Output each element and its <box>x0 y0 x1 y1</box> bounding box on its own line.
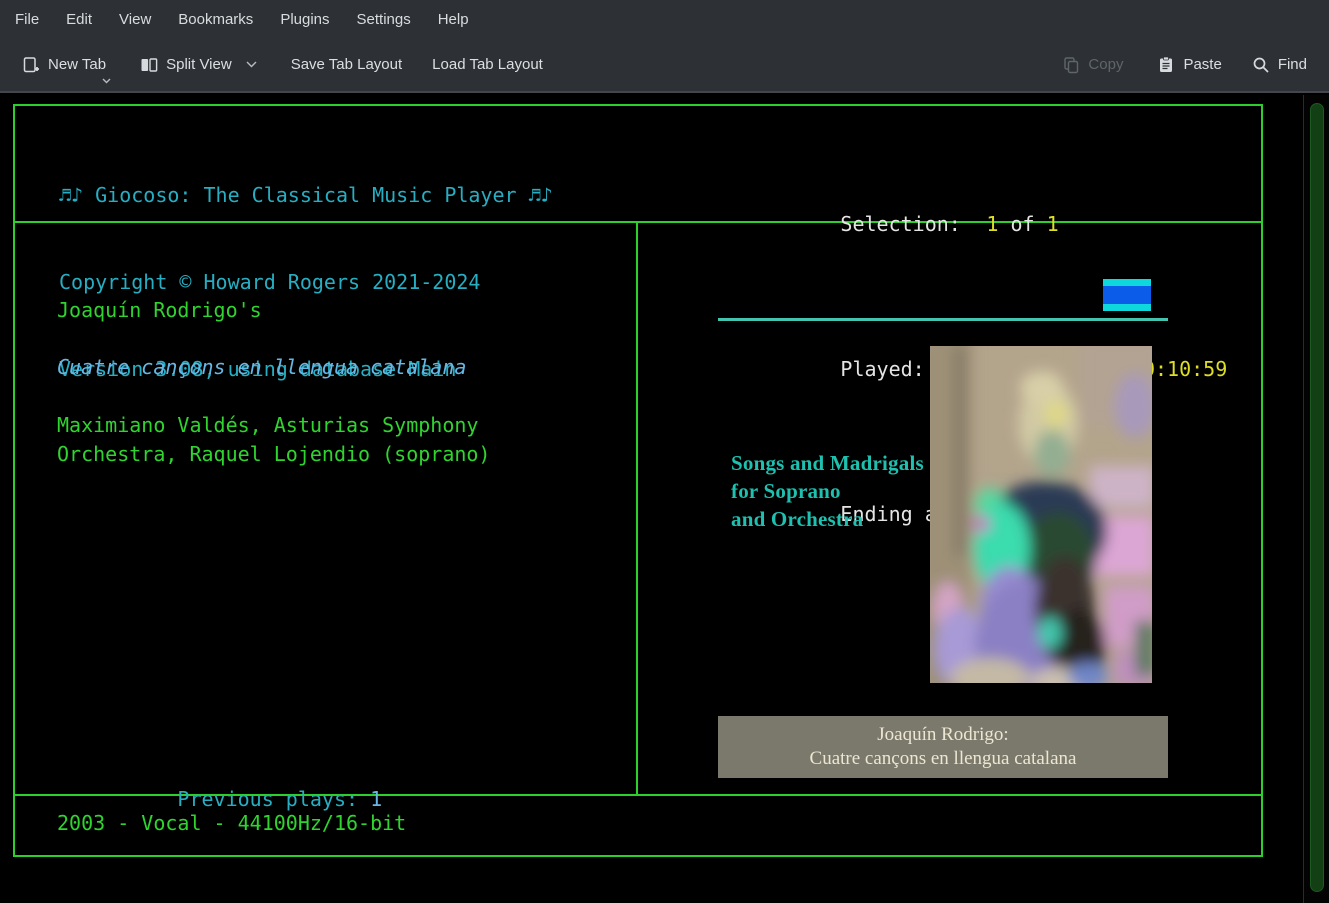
menu-view[interactable]: View <box>119 11 151 28</box>
copy-icon <box>1062 56 1080 74</box>
menu-help[interactable]: Help <box>438 11 469 28</box>
cover-title-line-1: Songs and Madrigals <box>731 449 924 477</box>
new-tab-chevron-down-icon[interactable] <box>102 78 111 84</box>
new-tab-icon <box>22 56 40 74</box>
menu-bookmarks[interactable]: Bookmarks <box>178 11 253 28</box>
caption-line-2: Cuatre cançons en llengua catalana <box>718 747 1168 771</box>
composer-name: Joaquín Rodrigo's <box>57 296 262 325</box>
copy-label: Copy <box>1088 56 1123 73</box>
now-playing-panel: Joaquín Rodrigo's Cuatre cançons en llen… <box>15 223 638 794</box>
work-title: Cuatre cançons en llengua catalana <box>57 353 466 382</box>
cover-title-line-2: for Soprano <box>731 477 924 505</box>
scrollbar-track[interactable] <box>1303 95 1329 903</box>
terminal-viewport[interactable]: ♬♪ Giocoso: The Classical Music Player ♬… <box>0 95 1329 903</box>
copy-button[interactable]: Copy <box>1054 50 1131 80</box>
save-tab-layout-button[interactable]: Save Tab Layout <box>283 50 410 79</box>
album-art-image <box>930 346 1152 683</box>
new-tab-label: New Tab <box>48 56 106 73</box>
menu-edit[interactable]: Edit <box>66 11 92 28</box>
app-title: ♬♪ Giocoso: The Classical Music Player ♬… <box>59 181 553 210</box>
load-tab-layout-button[interactable]: Load Tab Layout <box>424 50 551 79</box>
save-tab-layout-label: Save Tab Layout <box>291 56 402 73</box>
split-view-icon <box>140 56 158 74</box>
album-caption: Joaquín Rodrigo: Cuatre cançons en lleng… <box>718 716 1168 778</box>
split-view-label: Split View <box>166 56 232 73</box>
find-button[interactable]: Find <box>1244 50 1315 80</box>
meter-bottom-stripe <box>1103 304 1151 311</box>
split-view-button[interactable]: Split View <box>132 50 265 80</box>
paste-label: Paste <box>1183 56 1221 73</box>
progress-line <box>718 318 1168 321</box>
paste-icon <box>1157 56 1175 74</box>
header-box: ♬♪ Giocoso: The Classical Music Player ♬… <box>15 106 1261 223</box>
search-icon <box>1252 56 1270 74</box>
find-label: Find <box>1278 56 1307 73</box>
album-cover-title: Songs and Madrigals for Soprano and Orch… <box>731 449 924 533</box>
caption-line-1: Joaquín Rodrigo: <box>718 723 1168 747</box>
artwork-panel: Songs and Madrigals for Soprano and Orch… <box>638 223 1259 794</box>
menu-file[interactable]: File <box>15 11 39 28</box>
meter-body <box>1103 286 1151 304</box>
playback-meter <box>1103 279 1151 311</box>
performers-line-1: Maximiano Valdés, Asturias Symphony <box>57 411 478 440</box>
main-row: Joaquín Rodrigo's Cuatre cançons en llen… <box>15 223 1261 796</box>
menubar: File Edit View Bookmarks Plugins Setting… <box>0 0 1329 38</box>
cover-title-line-3: and Orchestra <box>731 505 924 533</box>
toolbar: New Tab Split View Save Tab Layout Load … <box>0 38 1329 93</box>
footer-box: 2003 - Vocal - 44100Hz/16-bit <box>15 796 1261 853</box>
giocoso-frame: ♬♪ Giocoso: The Classical Music Player ♬… <box>13 104 1263 857</box>
paste-button[interactable]: Paste <box>1149 50 1229 80</box>
split-view-chevron-down-icon[interactable] <box>246 61 257 68</box>
performers-line-2: Orchestra, Raquel Lojendio (soprano) <box>57 440 490 469</box>
load-tab-layout-label: Load Tab Layout <box>432 56 543 73</box>
menu-settings[interactable]: Settings <box>357 11 411 28</box>
meter-top-stripe <box>1103 279 1151 286</box>
new-tab-button[interactable]: New Tab <box>14 50 114 80</box>
menu-plugins[interactable]: Plugins <box>280 11 329 28</box>
recording-info: 2003 - Vocal - 44100Hz/16-bit <box>57 796 406 851</box>
scrollbar-thumb[interactable] <box>1310 103 1324 892</box>
